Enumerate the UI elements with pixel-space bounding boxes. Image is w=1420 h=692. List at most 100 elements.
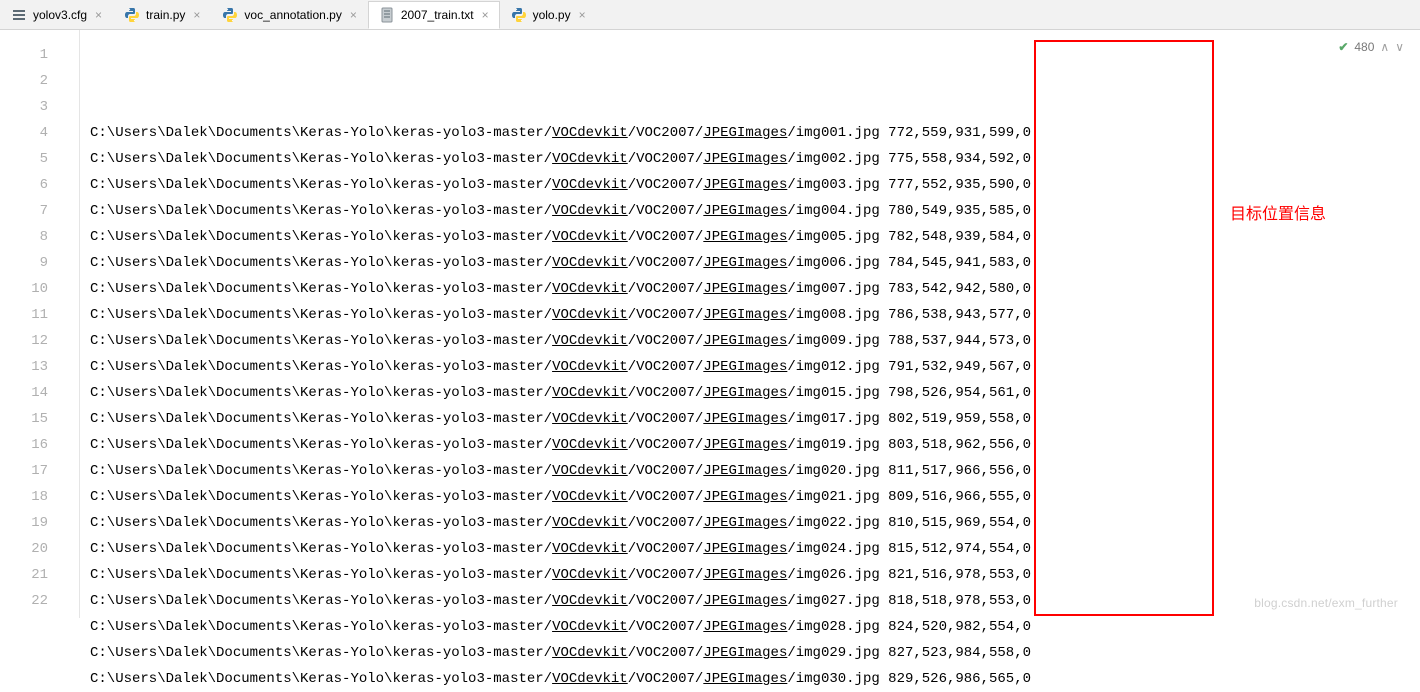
text-line[interactable]: C:\Users\Dalek\Documents\Keras-Yolo\kera… xyxy=(90,146,1420,172)
bbox-value: 829,526,986,565,0 xyxy=(888,666,1031,692)
text-line[interactable]: C:\Users\Dalek\Documents\Keras-Yolo\kera… xyxy=(90,484,1420,510)
text-line[interactable]: C:\Users\Dalek\Documents\Keras-Yolo\kera… xyxy=(90,302,1420,328)
bbox-value: 783,542,942,580,0 xyxy=(888,276,1031,302)
bbox-value: 809,516,966,555,0 xyxy=(888,484,1031,510)
file-path: C:\Users\Dalek\Documents\Keras-Yolo\kera… xyxy=(90,302,888,328)
line-number: 5 xyxy=(0,146,48,172)
text-line[interactable]: C:\Users\Dalek\Documents\Keras-Yolo\kera… xyxy=(90,198,1420,224)
file-path: C:\Users\Dalek\Documents\Keras-Yolo\kera… xyxy=(90,354,888,380)
bbox-value: 775,558,934,592,0 xyxy=(888,146,1031,172)
file-path: C:\Users\Dalek\Documents\Keras-Yolo\kera… xyxy=(90,432,888,458)
tab-train-py[interactable]: train.py × xyxy=(113,1,211,29)
text-line[interactable]: C:\Users\Dalek\Documents\Keras-Yolo\kera… xyxy=(90,354,1420,380)
file-path: C:\Users\Dalek\Documents\Keras-Yolo\kera… xyxy=(90,510,888,536)
line-number: 10 xyxy=(0,276,48,302)
text-file-icon xyxy=(379,7,395,23)
line-number: 6 xyxy=(0,172,48,198)
bbox-value: 777,552,935,590,0 xyxy=(888,172,1031,198)
file-path: C:\Users\Dalek\Documents\Keras-Yolo\kera… xyxy=(90,458,888,484)
tab-label: yolo.py xyxy=(533,8,571,22)
bbox-value: 810,515,969,554,0 xyxy=(888,510,1031,536)
bbox-value: 791,532,949,567,0 xyxy=(888,354,1031,380)
file-path: C:\Users\Dalek\Documents\Keras-Yolo\kera… xyxy=(90,380,888,406)
annotation-label: 目标位置信息 xyxy=(1230,200,1326,224)
file-path: C:\Users\Dalek\Documents\Keras-Yolo\kera… xyxy=(90,484,888,510)
tab-2007-train-txt[interactable]: 2007_train.txt × xyxy=(368,1,500,29)
file-path: C:\Users\Dalek\Documents\Keras-Yolo\kera… xyxy=(90,224,888,250)
bbox-value: 803,518,962,556,0 xyxy=(888,432,1031,458)
line-number: 4 xyxy=(0,120,48,146)
text-line[interactable]: C:\Users\Dalek\Documents\Keras-Yolo\kera… xyxy=(90,224,1420,250)
python-file-icon xyxy=(222,7,238,23)
text-line[interactable]: C:\Users\Dalek\Documents\Keras-Yolo\kera… xyxy=(90,432,1420,458)
close-icon[interactable]: × xyxy=(350,8,357,22)
tab-yolo-py[interactable]: yolo.py × xyxy=(500,1,597,29)
nav-up-icon[interactable]: ∧ xyxy=(1380,40,1389,54)
text-line[interactable]: C:\Users\Dalek\Documents\Keras-Yolo\kera… xyxy=(90,120,1420,146)
text-line[interactable]: C:\Users\Dalek\Documents\Keras-Yolo\kera… xyxy=(90,510,1420,536)
bbox-value: 815,512,974,554,0 xyxy=(888,536,1031,562)
nav-down-icon[interactable]: ∨ xyxy=(1395,40,1404,54)
file-path: C:\Users\Dalek\Documents\Keras-Yolo\kera… xyxy=(90,276,888,302)
text-line[interactable]: C:\Users\Dalek\Documents\Keras-Yolo\kera… xyxy=(90,172,1420,198)
bbox-value: 788,537,944,573,0 xyxy=(888,328,1031,354)
line-number: 9 xyxy=(0,250,48,276)
file-path: C:\Users\Dalek\Documents\Keras-Yolo\kera… xyxy=(90,250,888,276)
close-icon[interactable]: × xyxy=(193,8,200,22)
editor-tabs: yolov3.cfg×train.py×voc_annotation.py×20… xyxy=(0,0,1420,30)
line-number: 7 xyxy=(0,198,48,224)
text-line[interactable]: C:\Users\Dalek\Documents\Keras-Yolo\kera… xyxy=(90,406,1420,432)
line-number: 20 xyxy=(0,536,48,562)
bbox-value: 786,538,943,577,0 xyxy=(888,302,1031,328)
bbox-value: 798,526,954,561,0 xyxy=(888,380,1031,406)
bbox-value: 818,518,978,553,0 xyxy=(888,588,1031,614)
menu-icon xyxy=(11,7,27,23)
file-path: C:\Users\Dalek\Documents\Keras-Yolo\kera… xyxy=(90,406,888,432)
line-number: 8 xyxy=(0,224,48,250)
line-number: 12 xyxy=(0,328,48,354)
file-path: C:\Users\Dalek\Documents\Keras-Yolo\kera… xyxy=(90,536,888,562)
file-path: C:\Users\Dalek\Documents\Keras-Yolo\kera… xyxy=(90,640,888,666)
file-path: C:\Users\Dalek\Documents\Keras-Yolo\kera… xyxy=(90,172,888,198)
line-number: 16 xyxy=(0,432,48,458)
editor-area: 12345678910111213141516171819202122 C:\U… xyxy=(0,30,1420,618)
line-number: 15 xyxy=(0,406,48,432)
text-line[interactable]: C:\Users\Dalek\Documents\Keras-Yolo\kera… xyxy=(90,380,1420,406)
line-number: 11 xyxy=(0,302,48,328)
line-number: 13 xyxy=(0,354,48,380)
close-icon[interactable]: × xyxy=(95,8,102,22)
bbox-value: 782,548,939,584,0 xyxy=(888,224,1031,250)
tab-label: 2007_train.txt xyxy=(401,8,474,22)
text-line[interactable]: C:\Users\Dalek\Documents\Keras-Yolo\kera… xyxy=(90,640,1420,666)
file-path: C:\Users\Dalek\Documents\Keras-Yolo\kera… xyxy=(90,198,888,224)
text-line[interactable]: C:\Users\Dalek\Documents\Keras-Yolo\kera… xyxy=(90,588,1420,614)
file-path: C:\Users\Dalek\Documents\Keras-Yolo\kera… xyxy=(90,666,888,692)
bbox-value: 784,545,941,583,0 xyxy=(888,250,1031,276)
line-number: 22 xyxy=(0,588,48,614)
check-icon: ✔ xyxy=(1338,40,1348,54)
bbox-value: 827,523,984,558,0 xyxy=(888,640,1031,666)
bbox-value: 821,516,978,553,0 xyxy=(888,562,1031,588)
close-icon[interactable]: × xyxy=(482,8,489,22)
text-content[interactable]: C:\Users\Dalek\Documents\Keras-Yolo\kera… xyxy=(80,30,1420,618)
tab-yolov3-cfg[interactable]: yolov3.cfg× xyxy=(0,1,113,29)
text-line[interactable]: C:\Users\Dalek\Documents\Keras-Yolo\kera… xyxy=(90,536,1420,562)
file-path: C:\Users\Dalek\Documents\Keras-Yolo\kera… xyxy=(90,562,888,588)
bbox-value: 802,519,959,558,0 xyxy=(888,406,1031,432)
text-line[interactable]: C:\Users\Dalek\Documents\Keras-Yolo\kera… xyxy=(90,328,1420,354)
close-icon[interactable]: × xyxy=(579,8,586,22)
line-number: 14 xyxy=(0,380,48,406)
tab-label: voc_annotation.py xyxy=(244,8,341,22)
inspection-status[interactable]: ✔ 480 ∧ ∨ xyxy=(1338,40,1404,54)
text-line[interactable]: C:\Users\Dalek\Documents\Keras-Yolo\kera… xyxy=(90,562,1420,588)
file-path: C:\Users\Dalek\Documents\Keras-Yolo\kera… xyxy=(90,328,888,354)
text-line[interactable]: C:\Users\Dalek\Documents\Keras-Yolo\kera… xyxy=(90,458,1420,484)
text-line[interactable]: C:\Users\Dalek\Documents\Keras-Yolo\kera… xyxy=(90,666,1420,692)
bbox-value: 780,549,935,585,0 xyxy=(888,198,1031,224)
tab-label: train.py xyxy=(146,8,185,22)
problem-count: 480 xyxy=(1354,40,1374,54)
tab-voc-annotation-py[interactable]: voc_annotation.py × xyxy=(211,1,367,29)
text-line[interactable]: C:\Users\Dalek\Documents\Keras-Yolo\kera… xyxy=(90,276,1420,302)
python-file-icon xyxy=(124,7,140,23)
text-line[interactable]: C:\Users\Dalek\Documents\Keras-Yolo\kera… xyxy=(90,250,1420,276)
